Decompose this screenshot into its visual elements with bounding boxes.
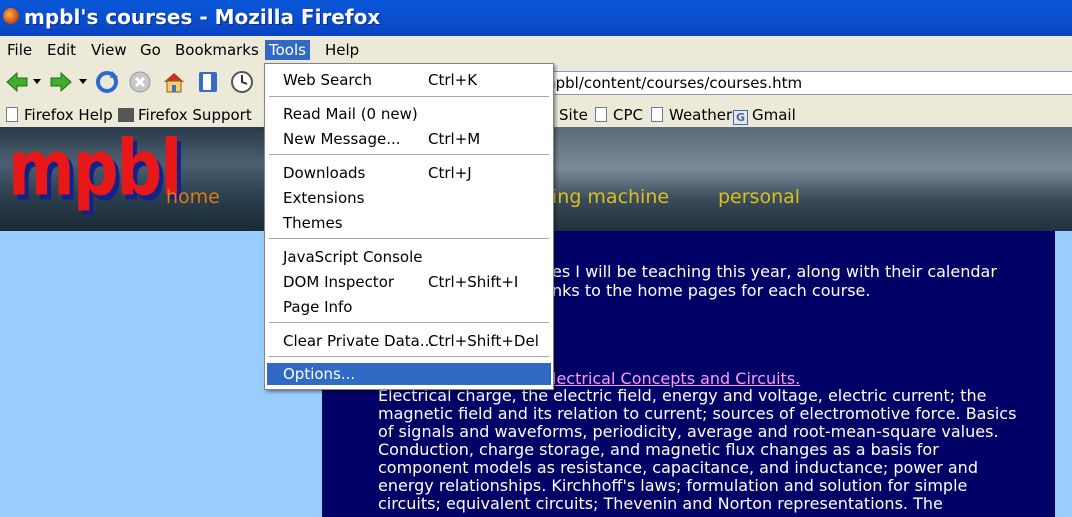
menu-separator — [269, 356, 549, 357]
bookmark-weather[interactable]: Weather — [651, 105, 732, 125]
bookmarks-icon[interactable] — [195, 69, 221, 95]
back-dropdown-icon[interactable] — [33, 79, 41, 85]
nav-personal-link[interactable]: personal — [718, 186, 800, 208]
menu-help[interactable]: Help — [321, 40, 363, 60]
title-bar: mpbl's courses - Mozilla Firefox — [0, 0, 1072, 36]
page-icon — [595, 107, 607, 122]
back-icon[interactable] — [4, 69, 30, 95]
menu-edit[interactable]: Edit — [43, 40, 80, 60]
address-bar[interactable]: mpbl/content/courses/courses.htm — [540, 71, 1072, 95]
menu-item-web-search[interactable]: Web Search Ctrl+K — [267, 69, 551, 91]
menu-item-options[interactable]: Options... — [267, 363, 551, 385]
forward-dropdown-icon[interactable] — [79, 79, 87, 85]
bookmark-gmail[interactable]: G Gmail — [733, 105, 796, 125]
menu-bar: File Edit View Go Bookmarks Tools Help — [0, 36, 1072, 63]
menu-bookmarks[interactable]: Bookmarks — [171, 40, 263, 60]
page-icon — [6, 107, 18, 122]
menu-separator — [269, 96, 549, 97]
course-description-line: component models as resistance, capacita… — [378, 458, 978, 477]
course-description-line: energy relationships. Kirchhoff's laws; … — [378, 476, 968, 495]
bookmark-cpc[interactable]: CPC — [595, 105, 643, 125]
intro-text-2: nks to the home pages for each course. — [552, 281, 871, 300]
home-icon[interactable] — [161, 69, 187, 95]
menu-item-downloads[interactable]: Downloads Ctrl+J — [267, 162, 551, 184]
bookmark-site[interactable]: Site — [559, 105, 588, 125]
history-icon[interactable] — [229, 69, 255, 95]
banner-photo — [520, 127, 1072, 231]
menu-separator — [269, 238, 549, 239]
menu-view[interactable]: View — [87, 40, 131, 60]
menu-file[interactable]: File — [3, 40, 36, 60]
course-description-line: circuits; equivalent circuits; Thevenin … — [378, 494, 943, 513]
nav-home-link[interactable]: home — [166, 186, 220, 208]
bookmark-firefox-help[interactable]: Firefox Help — [6, 105, 113, 125]
tools-dropdown-menu: Web Search Ctrl+K Read Mail (0 new) New M… — [264, 63, 554, 390]
menu-separator — [269, 154, 549, 155]
menu-item-extensions[interactable]: Extensions — [267, 187, 551, 209]
course-description-line: of signals and waveforms, periodicity, a… — [378, 422, 999, 441]
course-description-line: Conduction, charge storage, and magnetic… — [378, 440, 939, 459]
reload-icon[interactable] — [94, 69, 120, 95]
menu-item-dom-inspector[interactable]: DOM Inspector Ctrl+Shift+I — [267, 271, 551, 293]
zine-icon — [118, 108, 134, 122]
menu-item-themes[interactable]: Themes — [267, 212, 551, 234]
window-title: mpbl's courses - Mozilla Firefox — [24, 5, 381, 29]
stop-icon[interactable] — [127, 69, 153, 95]
bookmark-firefox-support[interactable]: Firefox Support — [118, 105, 252, 125]
firefox-icon — [3, 8, 19, 24]
google-icon: G — [733, 110, 748, 125]
menu-item-page-info[interactable]: Page Info — [267, 296, 551, 318]
menu-go[interactable]: Go — [136, 40, 165, 60]
nav-machine-link[interactable]: ing machine — [552, 186, 669, 208]
address-url: mpbl/content/courses/courses.htm — [541, 74, 803, 92]
course-description-line: magnetic field and its relation to curre… — [378, 404, 1017, 423]
forward-icon[interactable] — [48, 69, 74, 95]
menu-item-new-message[interactable]: New Message... Ctrl+M — [267, 128, 551, 150]
intro-text-1: es I will be teaching this year, along w… — [552, 262, 997, 281]
menu-item-read-mail[interactable]: Read Mail (0 new) — [267, 103, 551, 125]
site-logo: mpbl — [8, 127, 182, 214]
menu-item-clear-private-data[interactable]: Clear Private Data... Ctrl+Shift+Del — [267, 330, 551, 352]
page-icon — [651, 107, 663, 122]
menu-tools[interactable]: Tools — [265, 40, 310, 60]
menu-item-javascript-console[interactable]: JavaScript Console — [267, 246, 551, 268]
menu-separator — [269, 322, 549, 323]
